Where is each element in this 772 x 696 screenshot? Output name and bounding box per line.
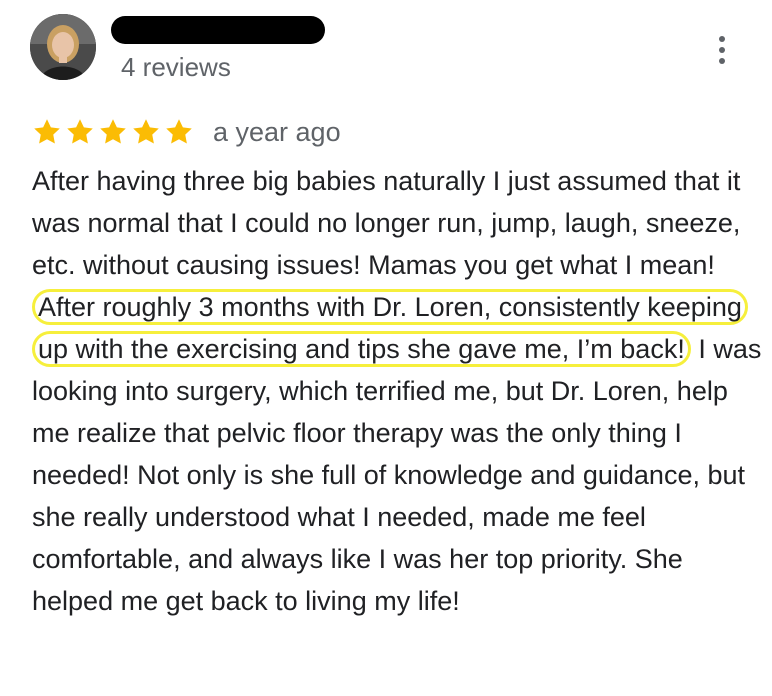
star-icon (100, 119, 126, 144)
review-text: After having three big babies naturally … (32, 160, 762, 622)
star-rating (32, 117, 194, 147)
reviewer-avatar[interactable] (30, 14, 96, 80)
star-icon (133, 119, 159, 144)
more-vertical-icon (719, 36, 725, 42)
star-icon (34, 119, 60, 144)
review-text-highlighted: After roughly 3 months with Dr. Loren, c… (32, 289, 748, 367)
more-options-button[interactable] (706, 34, 738, 66)
rating-row: a year ago (32, 114, 341, 150)
review-date: a year ago (213, 117, 341, 147)
redacted-reviewer-name (111, 16, 325, 44)
star-icon (166, 119, 192, 144)
user-photo-avatar-icon (30, 14, 96, 80)
review-text-after: I was looking into surgery, which terrif… (32, 334, 762, 616)
review-card: 4 reviews a year ago After having three … (0, 0, 772, 696)
star-icon (67, 119, 93, 144)
review-count[interactable]: 4 reviews (121, 50, 231, 84)
review-text-before: After having three big babies naturally … (32, 166, 741, 280)
